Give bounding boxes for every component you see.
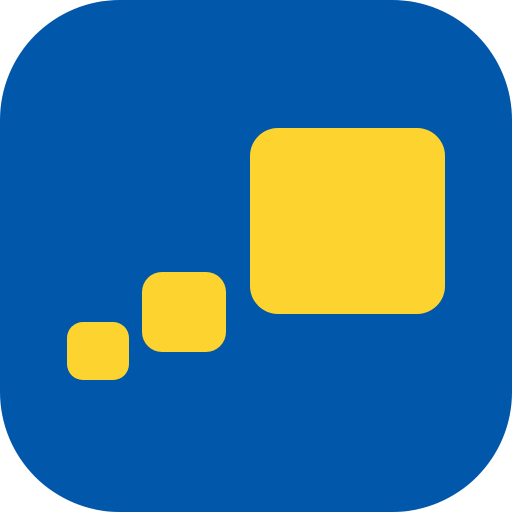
large-square-icon [250, 128, 445, 314]
app-icon[interactable] [0, 0, 512, 512]
icon-canvas [0, 0, 512, 512]
small-square-icon [67, 322, 129, 380]
medium-square-icon [142, 272, 226, 352]
